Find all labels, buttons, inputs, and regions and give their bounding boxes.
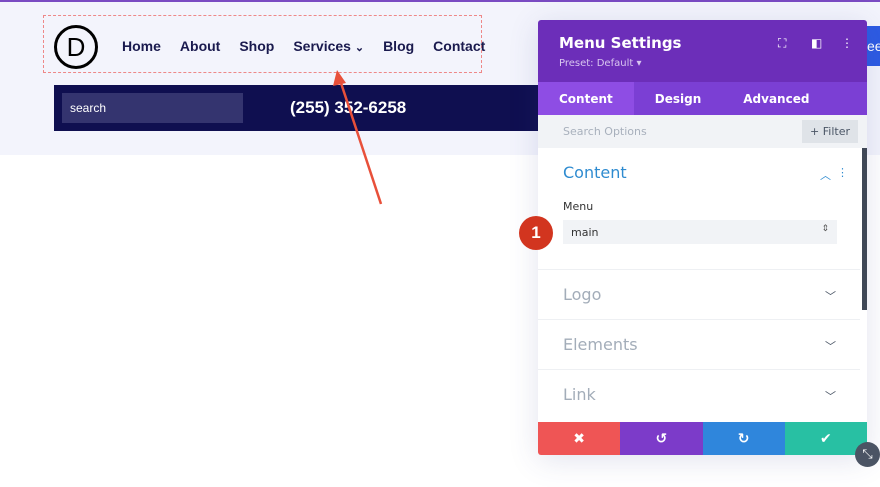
chevron-down-icon: ﹀ xyxy=(825,290,836,303)
tab-advanced[interactable]: Advanced xyxy=(722,82,830,115)
tab-content[interactable]: Content xyxy=(538,82,634,115)
section-more-icon[interactable]: ⋮ xyxy=(837,166,848,179)
panel-footer: ✖ ↺ ↻ ✔ xyxy=(538,422,867,455)
resize-handle-icon[interactable]: ⤡ xyxy=(855,442,880,467)
chevron-up-icon[interactable]: ︿ xyxy=(820,167,831,183)
more-options-icon[interactable]: ⋮ xyxy=(841,36,853,50)
select-arrows-icon: ⇕ xyxy=(821,224,829,234)
step-badge: 1 xyxy=(519,216,553,250)
menu-settings-panel: Menu Settings Preset: Default ▾ ⛶ ◧ ⋮ Co… xyxy=(538,20,867,455)
menu-select-value: main xyxy=(571,226,599,239)
panel-title: Menu Settings xyxy=(559,34,682,52)
content-section-title[interactable]: Content xyxy=(563,163,627,182)
elements-section[interactable]: Elements ﹀ xyxy=(538,320,860,370)
search-options-bar: Search Options + Filter xyxy=(538,115,867,148)
focus-icon[interactable]: ⛶ xyxy=(778,36,786,51)
elements-section-title: Elements xyxy=(563,335,638,354)
search-options-input[interactable]: Search Options xyxy=(563,125,647,138)
cancel-button[interactable]: ✖ xyxy=(538,422,621,455)
chevron-down-icon: ﹀ xyxy=(825,340,836,353)
panel-tabs: Content Design Advanced xyxy=(538,82,867,115)
redo-button[interactable]: ↻ xyxy=(702,422,785,455)
tab-design[interactable]: Design xyxy=(634,82,723,115)
undo-button[interactable]: ↺ xyxy=(620,422,703,455)
layout-icon[interactable]: ◧ xyxy=(811,36,822,50)
link-section-title: Link xyxy=(563,385,596,404)
menu-label: Menu xyxy=(563,200,594,213)
menu-select[interactable]: main ⇕ xyxy=(563,220,837,244)
content-section: Content ︿ ⋮ Menu main ⇕ xyxy=(538,148,860,270)
logo-section-title: Logo xyxy=(563,285,602,304)
logo-section[interactable]: Logo ﹀ xyxy=(538,270,860,320)
preset-dropdown[interactable]: Preset: Default ▾ xyxy=(559,58,641,69)
filter-button[interactable]: + Filter xyxy=(802,120,858,143)
link-section[interactable]: Link ﹀ xyxy=(538,370,860,420)
panel-header: Menu Settings Preset: Default ▾ ⛶ ◧ ⋮ xyxy=(538,20,867,82)
chevron-down-icon: ﹀ xyxy=(825,390,836,403)
scrollbar[interactable] xyxy=(862,148,867,310)
